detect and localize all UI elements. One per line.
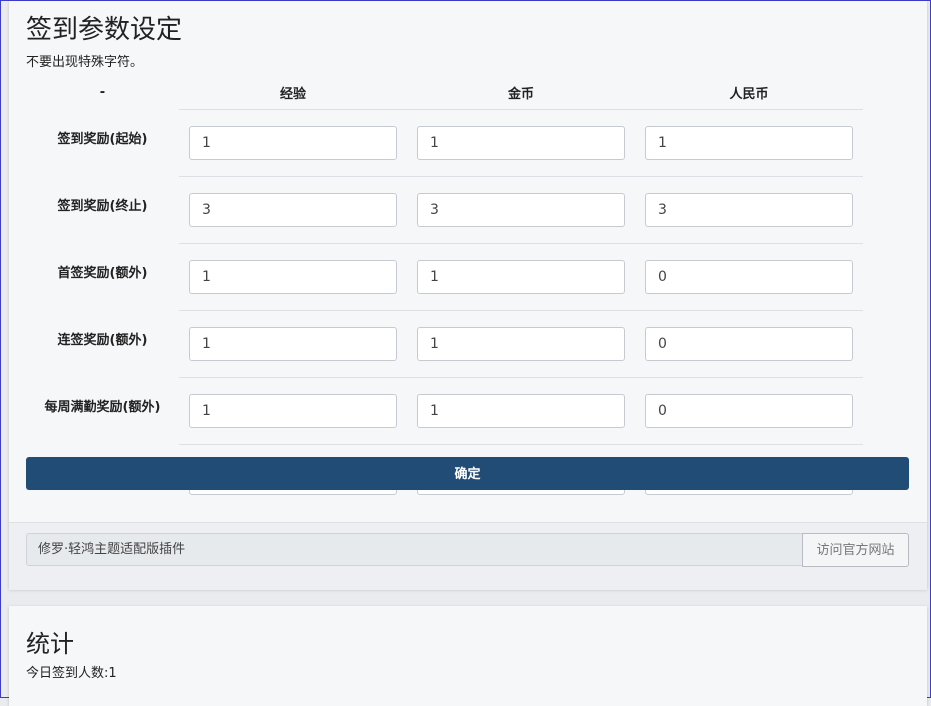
table-row: 首签奖励(额外) [26,243,863,311]
signin-settings-panel: 签到参数设定 不要出现特殊字符。 - 经验 金币 人民币 签到奖励(起始) 1 … [9,1,927,590]
plugin-name-field: 修罗·轻鸿主题适配版插件 [26,533,802,566]
rmb-input[interactable] [645,193,853,227]
exp-input[interactable] [189,394,397,428]
column-header-rmb: 人民币 [729,87,769,102]
settings-subtitle: 不要出现特殊字符。 [26,55,144,70]
confirm-button[interactable]: 确定 [26,457,909,490]
page-title: 签到参数设定 [26,15,183,45]
stats-panel: 统计 今日签到人数:1 [9,606,927,706]
table-row: 每周满勤奖励(额外) [26,377,863,445]
table-row: 签到奖励(起始) [26,109,863,177]
reward-table: - 经验 金币 人民币 签到奖励(起始) 签到奖励(终止) [26,76,863,512]
coin-input[interactable] [417,327,625,361]
today-signin-count: 今日签到人数:1 [26,666,117,681]
rmb-input[interactable] [645,126,853,160]
coin-input[interactable] [417,394,625,428]
row-label: 签到奖励(终止) [57,198,148,214]
reward-table-header: - 经验 金币 人民币 [26,76,863,110]
column-header-blank: - [99,85,106,101]
coin-input[interactable] [417,193,625,227]
exp-input[interactable] [189,193,397,227]
row-label: 签到奖励(起始) [57,131,148,147]
rmb-input[interactable] [645,260,853,294]
column-header-coin: 金币 [507,87,534,102]
coin-input[interactable] [417,260,625,294]
row-label: 首签奖励(额外) [57,265,148,281]
column-header-exp: 经验 [279,87,306,102]
stats-title: 统计 [26,630,74,658]
row-label: 连签奖励(额外) [57,332,148,348]
table-row: 连签奖励(额外) [26,310,863,378]
table-row: 签到奖励(终止) [26,176,863,244]
visit-official-site-button[interactable]: 访问官方网站 [802,533,909,567]
rmb-input[interactable] [645,327,853,361]
rmb-input[interactable] [645,394,853,428]
exp-input[interactable] [189,260,397,294]
coin-input[interactable] [417,126,625,160]
row-label: 每周满勤奖励(额外) [44,399,161,415]
settings-body: 签到参数设定 不要出现特殊字符。 - 经验 金币 人民币 签到奖励(起始) 1 … [9,1,927,521]
exp-input[interactable] [189,327,397,361]
panel-footer: 修罗·轻鸿主题适配版插件 访问官方网站 [9,522,927,590]
exp-input[interactable] [189,126,397,160]
